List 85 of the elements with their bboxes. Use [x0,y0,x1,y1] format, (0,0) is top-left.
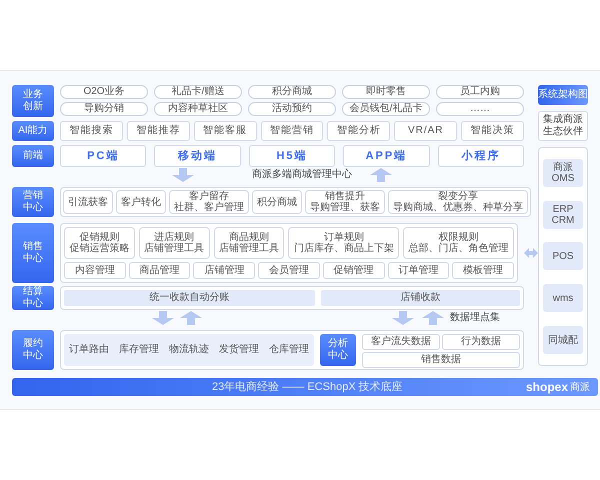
ai-capability: 智能营销 [260,121,324,141]
analysis-data: 客户流失数据 [362,334,440,350]
business-pill: 内容种草社区 [154,102,242,116]
feature-title: 客户转化 [121,196,161,208]
settlement-bar: 店铺收款 [320,290,520,306]
business-pill: 活动预约 [248,102,336,116]
feature-detail: 总部、门店、角色管理 [408,243,509,254]
partner-label: 集成商派生态伙伴 [543,114,583,138]
feature-detail: 门店库存、商品上下架 [294,243,394,254]
ai-capability: 智能搜索 [60,121,123,141]
fulfillment-item: 发货管理 [219,344,259,356]
business-pill: 礼品卡/赠送 [154,85,242,99]
business-pill: 员工内购 [436,85,524,99]
section-label: 营销中心 [23,190,43,214]
feature-detail: 导购管理、获客 [310,202,380,213]
sales-module: 内容管理 [64,262,126,279]
system-card: 同城配 [543,326,583,354]
up-arrow-icon [370,168,392,182]
system-card: POS [543,242,583,270]
fulfillment-item: 仓库管理 [269,344,309,356]
system-card: 商派OMS [543,158,583,187]
sales-module: 订单管理 [388,262,450,279]
analysis-label: 分析中心 [320,334,356,366]
foundation-slogan: 23年电商经验 —— ECShopX 技术底座 [212,380,403,394]
analysis-data: 销售数据 [362,352,520,368]
section-label: 前端 [23,150,43,162]
ai-capability: 智能分析 [327,121,390,141]
ai-capability: 智能客服 [194,121,257,141]
feature-title: 销售提升 [325,191,365,202]
sales-module: 模板管理 [452,262,514,279]
feature-detail: 导购商城、优惠券、种草分享 [393,202,523,213]
down-arrow-icon [172,168,194,182]
feature-title: 商品规则 [228,232,269,243]
client-platform: APP端 [343,145,430,167]
fulfillment-item: 库存管理 [119,344,159,356]
feature-title: 客户留存 [189,191,229,202]
section-label: AI能力 [18,125,48,137]
business-pill: O2O业务 [60,85,148,99]
feature-title: 促销规则 [79,232,120,243]
business-pill: 积分商城 [248,85,336,99]
client-platform: H5端 [248,145,336,167]
business-pill: 导购分销 [60,102,148,116]
system-card: ERP CRM [543,200,583,229]
feature-detail: 店铺管理工具 [144,243,204,254]
client-platform: 小程序 [438,145,524,167]
down-arrow-icon [152,311,174,325]
feature-title: 订单规则 [324,232,364,243]
fulfillment-item: 物流轨迹 [169,344,209,356]
section-label: 结算中心 [23,286,43,310]
feature-detail: 社群、客户管理 [174,202,244,213]
brand-logo: shopex [526,380,568,394]
up-arrow-icon [180,311,202,325]
up-arrow-icon [422,311,444,325]
client-platform: 移动端 [154,145,241,167]
feature-title: 裂变分享 [438,191,478,202]
feature-detail: 促销运营策略 [69,243,130,254]
system-card: wms [543,284,583,312]
feature-detail: 店铺管理工具 [218,243,279,254]
feature-title: 权限规则 [438,232,479,243]
section-label: 业务创新 [23,89,43,113]
down-arrow-icon [392,311,414,325]
feature-title: 积分商城 [257,196,297,208]
hub-caption: 商派多端商城管理中心 [252,169,352,181]
two-way-arrow-icon [524,248,538,258]
ai-capability: VR/AR [394,121,458,141]
business-pill: …… [436,102,524,116]
sales-module: 店铺管理 [193,262,256,279]
section-label: 销售中心 [23,241,43,265]
settlement-bar: 统一收款自动分账 [64,290,315,306]
section-label: 履约中心 [23,338,43,362]
brand-subtitle: 商派 [570,382,590,394]
analysis-data: 行为数据 [442,334,520,350]
sales-module: 会员管理 [258,262,320,279]
ai-capability: 智能决策 [461,121,524,141]
sales-module: 商品管理 [128,262,190,279]
ai-capability: 智能推荐 [126,121,190,141]
feature-title: 引流获客 [68,196,108,208]
feature-title: 进店规则 [154,232,194,243]
business-pill: 即时零售 [342,85,430,99]
architecture-button[interactable]: 系统架构图 [538,85,588,105]
fulfillment-item: 订单路由 [69,344,109,356]
business-pill: 会员钱包/礼品卡 [342,102,430,116]
client-platform: PC端 [60,145,146,167]
data-collection-caption: 数据埋点集 [450,312,500,324]
sales-module: 促销管理 [322,262,385,279]
